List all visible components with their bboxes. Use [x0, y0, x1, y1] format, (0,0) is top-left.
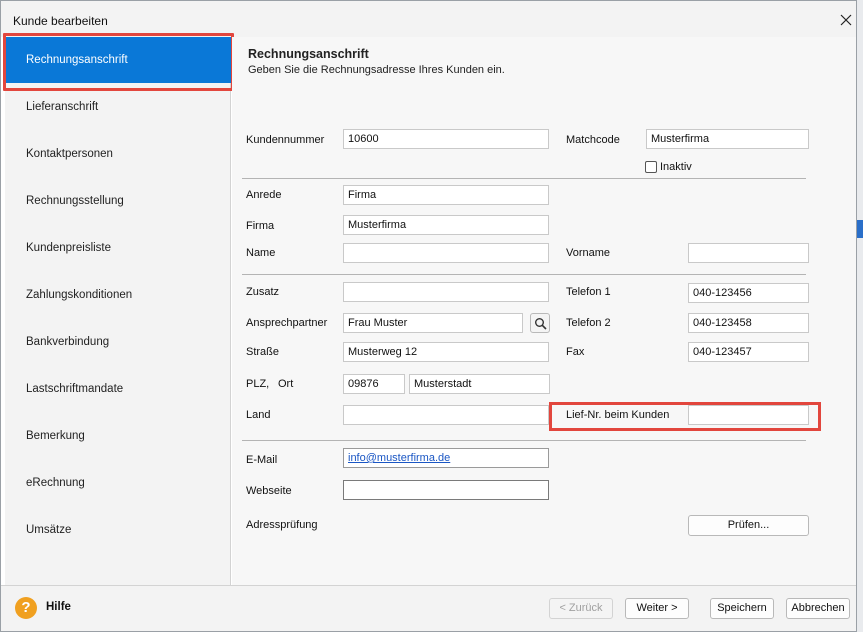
- sidebar-item-bankverbindung[interactable]: Bankverbindung: [5, 319, 231, 365]
- title-bar: Kunde bearbeiten: [1, 1, 856, 37]
- sidebar-item-kontaktpersonen[interactable]: Kontaktpersonen: [5, 131, 231, 177]
- plz-label: PLZ,: [246, 378, 270, 390]
- ansprechpartner-label: Ansprechpartner: [246, 317, 328, 329]
- sidebar-item-label: Bemerkung: [26, 430, 85, 442]
- fax-label: Fax: [566, 346, 585, 358]
- webseite-label: Webseite: [246, 485, 292, 497]
- adresspruefung-label: Adressprüfung: [246, 519, 318, 531]
- anrede-field[interactable]: [343, 185, 549, 205]
- active-item-highlight-frame: [3, 33, 234, 91]
- zusatz-field[interactable]: [343, 282, 549, 302]
- dialog-footer: ? Hilfe < Zurück Weiter > Speichern Abbr…: [1, 585, 856, 631]
- form-panel: Rechnungsanschrift Geben Sie die Rechnun…: [232, 37, 856, 585]
- email-field[interactable]: [343, 448, 549, 468]
- name-label: Name: [246, 247, 276, 259]
- strasse-label: Straße: [246, 346, 280, 358]
- lief-nr-highlight-frame: [549, 402, 821, 431]
- land-field[interactable]: [343, 405, 549, 425]
- name-field[interactable]: [343, 243, 549, 263]
- help-link[interactable]: Hilfe: [46, 601, 71, 613]
- inaktiv-checkbox[interactable]: [645, 161, 657, 173]
- anrede-label: Anrede: [246, 189, 282, 201]
- matchcode-label: Matchcode: [566, 134, 620, 146]
- telefon1-label: Telefon 1: [566, 286, 611, 298]
- sidebar-nav: Rechnungsanschrift Lieferanschrift Konta…: [5, 37, 231, 585]
- kundennummer-label: Kundennummer: [246, 134, 325, 146]
- inaktiv-label: Inaktiv: [660, 161, 692, 173]
- cancel-button[interactable]: Abbrechen: [786, 598, 850, 619]
- sidebar-item-umsaetze[interactable]: Umsätze: [5, 507, 231, 553]
- fax-field[interactable]: [688, 342, 809, 362]
- sidebar-item-zahlungskonditionen[interactable]: Zahlungskonditionen: [5, 272, 231, 318]
- sidebar-item-label: Bankverbindung: [26, 336, 110, 348]
- close-icon[interactable]: [839, 13, 853, 27]
- sidebar-item-label: Rechnungsstellung: [26, 195, 124, 207]
- sidebar-item-label: Lieferanschrift: [26, 101, 99, 113]
- pruefen-button[interactable]: Prüfen...: [688, 515, 809, 536]
- separator: [242, 440, 806, 441]
- back-button[interactable]: < Zurück: [549, 598, 613, 619]
- firma-label: Firma: [246, 220, 275, 232]
- search-icon: [535, 318, 547, 330]
- sidebar-item-label: Kundenpreisliste: [26, 242, 112, 254]
- telefon1-field[interactable]: [688, 283, 809, 303]
- plz-field[interactable]: [343, 374, 405, 394]
- ort-field[interactable]: [409, 374, 550, 394]
- page-subtitle: Geben Sie die Rechnungsadresse Ihres Kun…: [248, 64, 505, 76]
- help-icon[interactable]: ?: [15, 597, 37, 619]
- page-title: Rechnungsanschrift: [248, 47, 369, 61]
- matchcode-field[interactable]: [646, 129, 809, 149]
- sidebar-item-kundenpreisliste[interactable]: Kundenpreisliste: [5, 225, 231, 271]
- kundennummer-field[interactable]: [343, 129, 549, 149]
- land-label: Land: [246, 409, 271, 421]
- webseite-field[interactable]: [343, 480, 549, 500]
- separator: [242, 274, 806, 275]
- zusatz-label: Zusatz: [246, 286, 280, 298]
- customer-edit-dialog: Kunde bearbeiten Rechnungsanschrift Lief…: [0, 0, 857, 632]
- sidebar-item-rechnungsstellung[interactable]: Rechnungsstellung: [5, 178, 231, 224]
- email-label: E-Mail: [246, 454, 278, 466]
- telefon2-label: Telefon 2: [566, 317, 611, 329]
- sidebar-item-lastschriftmandate[interactable]: Lastschriftmandate: [5, 366, 231, 412]
- sidebar-item-label: eRechnung: [26, 477, 85, 489]
- sidebar-item-bemerkung[interactable]: Bemerkung: [5, 413, 231, 459]
- sidebar-item-erechnung[interactable]: eRechnung: [5, 460, 231, 506]
- sidebar-item-label: Zahlungskonditionen: [26, 289, 133, 301]
- separator: [242, 178, 806, 179]
- sidebar-item-label: Umsätze: [26, 524, 72, 536]
- sidebar-item-label: Lastschriftmandate: [26, 383, 124, 395]
- ort-label: Ort: [278, 378, 294, 390]
- ansprechpartner-field[interactable]: [343, 313, 523, 333]
- vorname-field[interactable]: [688, 243, 809, 263]
- firma-field[interactable]: [343, 215, 549, 235]
- telefon2-field[interactable]: [688, 313, 809, 333]
- save-button[interactable]: Speichern: [710, 598, 774, 619]
- ansprechpartner-search-button[interactable]: [530, 313, 550, 333]
- sidebar-item-label: Kontaktpersonen: [26, 148, 113, 160]
- vorname-label: Vorname: [566, 247, 611, 259]
- next-button[interactable]: Weiter >: [625, 598, 689, 619]
- window-title: Kunde bearbeiten: [13, 14, 108, 28]
- strasse-field[interactable]: [343, 342, 549, 362]
